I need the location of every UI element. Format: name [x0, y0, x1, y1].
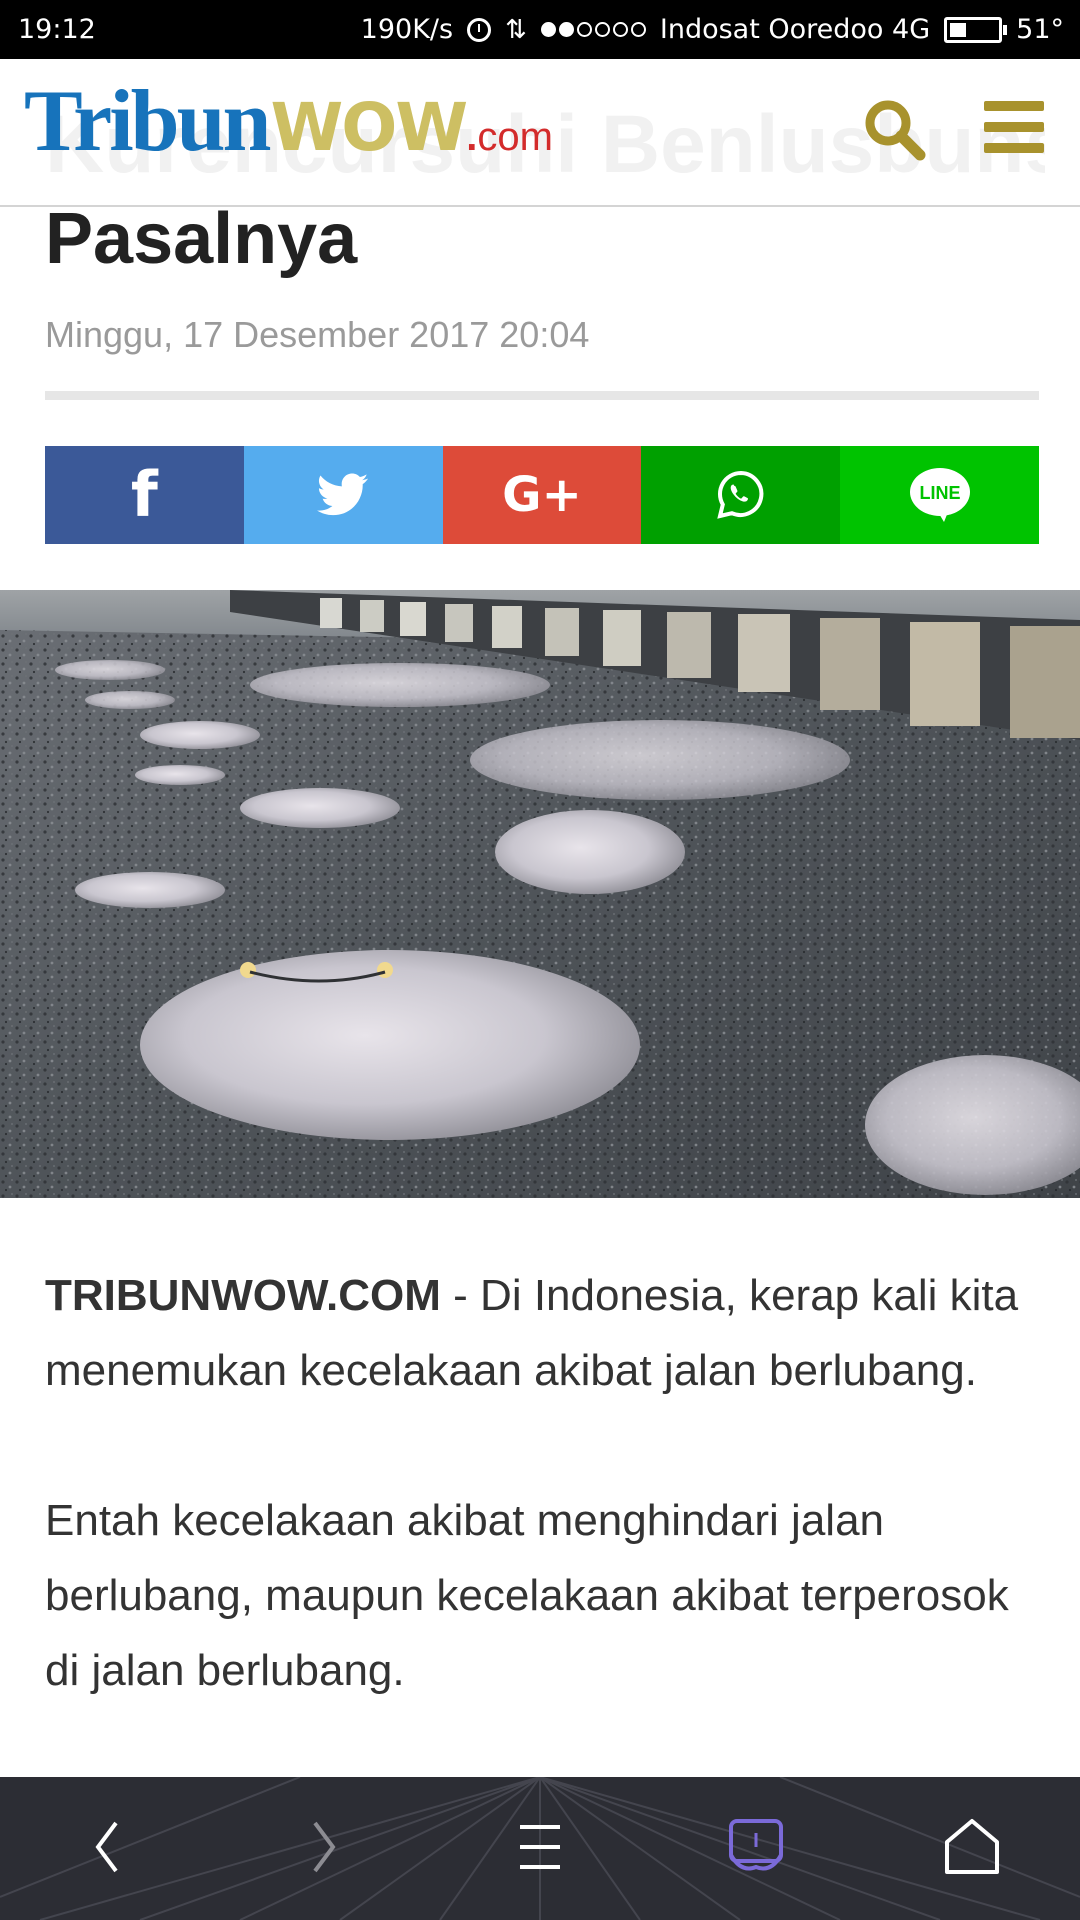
signal-dot — [558, 22, 574, 37]
signal-strength-icon — [540, 22, 646, 37]
back-icon — [95, 1821, 118, 1873]
browser-nav-bar — [0, 1777, 1080, 1920]
signal-dot — [576, 22, 592, 37]
logo-dot: . — [466, 115, 478, 159]
battery-fill — [950, 22, 967, 37]
signal-dot — [540, 22, 556, 37]
tabs-icon — [729, 1819, 783, 1871]
twitter-icon — [317, 473, 369, 516]
signal-dot — [630, 22, 646, 37]
data-transfer-icon: ⇅ — [505, 14, 527, 45]
site-header: Kurencursuhi Benlusbuns Kasa Minta Ganti… — [0, 59, 1080, 207]
signal-dot — [594, 22, 610, 37]
share-whatsapp-button[interactable] — [641, 446, 841, 544]
temperature: 51° — [1016, 14, 1064, 45]
pothole-road-image — [0, 590, 1080, 1198]
menu-icon-bar-2 — [984, 122, 1044, 132]
search-icon — [865, 100, 926, 161]
status-time: 19:12 — [18, 14, 96, 45]
search-button[interactable] — [862, 97, 926, 161]
google-plus-icon: G+ — [502, 467, 582, 523]
whatsapp-icon — [717, 470, 764, 519]
paragraph-2: Entah kecelakaan akibat menghindari jala… — [45, 1496, 1009, 1695]
share-googleplus-button[interactable]: G+ — [442, 446, 642, 544]
article-photo — [0, 590, 1080, 1198]
divider — [45, 391, 1039, 400]
forward-icon — [313, 1821, 336, 1873]
forward-button[interactable] — [284, 1807, 364, 1887]
net-speed: 190K/s — [360, 14, 454, 45]
menu-lines-button[interactable] — [500, 1807, 580, 1887]
share-line-button[interactable]: LINE — [840, 446, 1039, 544]
home-icon — [945, 1819, 999, 1874]
menu-lines-icon — [520, 1825, 560, 1869]
status-bar: 19:12 190K/s ⇅ Indosat Ooredoo 4G 51° — [0, 0, 1080, 59]
logo-com-text: com — [477, 115, 553, 159]
menu-icon-bar-3 — [984, 143, 1044, 153]
article-date: Minggu, 17 Desember 2017 20:04 — [45, 314, 590, 355]
alarm-icon — [467, 17, 492, 42]
article-body: TRIBUNWOW.COM - Di Indonesia, kerap kali… — [45, 1258, 1045, 1783]
menu-button[interactable] — [984, 101, 1044, 153]
carrier-name: Indosat Ooredoo 4G — [659, 14, 931, 45]
back-button[interactable] — [67, 1807, 147, 1887]
battery-icon — [944, 16, 1008, 43]
home-button[interactable] — [932, 1807, 1012, 1887]
tabs-button[interactable] — [716, 1807, 796, 1887]
logo-wow-text: WOW — [270, 89, 469, 166]
line-icon-label: LINE — [919, 483, 960, 503]
paragraph-1: TRIBUNWOW.COM - Di Indonesia, kerap kali… — [45, 1258, 1045, 1408]
site-logo[interactable]: Tribun WOW . com — [24, 67, 553, 177]
logo-tribun-text: Tribun — [24, 73, 271, 170]
menu-icon-bar-1 — [984, 101, 1044, 111]
facebook-icon: f — [130, 458, 158, 531]
signal-dot — [612, 22, 628, 37]
status-right: 190K/s ⇅ Indosat Ooredoo 4G 51° — [361, 14, 1064, 45]
share-bar: f G+ LINE — [45, 446, 1039, 544]
source-label: TRIBUNWOW.COM — [45, 1271, 441, 1320]
share-twitter-button[interactable] — [243, 446, 443, 544]
screen: 19:12 190K/s ⇅ Indosat Ooredoo 4G 51° Ku… — [0, 0, 1080, 1920]
share-facebook-button[interactable]: f — [45, 446, 244, 544]
article-title: Pasalnya — [45, 199, 358, 279]
line-icon: LINE — [909, 468, 970, 522]
